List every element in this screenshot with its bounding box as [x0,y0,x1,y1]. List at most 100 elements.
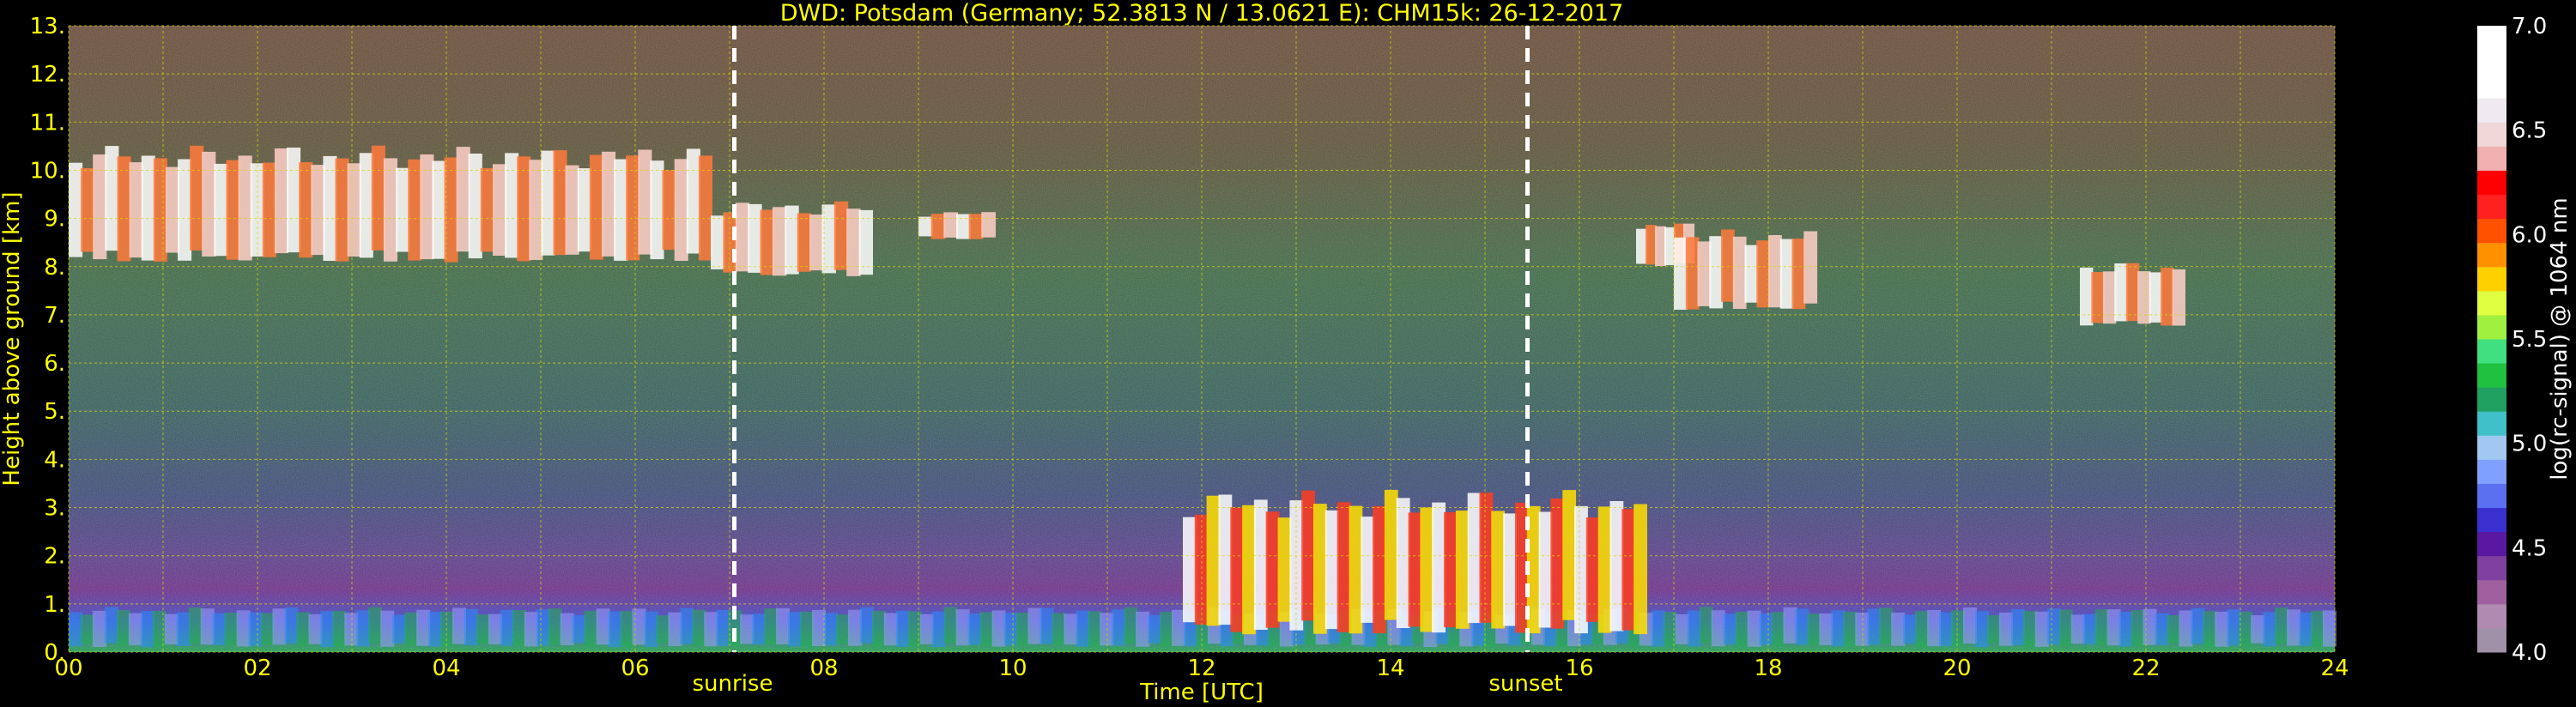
feature-segment [824,613,838,646]
feature-segment [565,165,579,255]
colorbar-segment [2477,435,2506,460]
x-tick-label: 00 [54,656,82,681]
feature-segment [153,158,167,262]
feature-segment [1349,505,1363,634]
feature-segment [1242,505,1256,635]
feature-segment [432,160,446,259]
feature-segment [1609,501,1624,631]
feature-segment [1206,495,1221,626]
feature-segment [505,153,519,258]
feature-segment [620,611,634,648]
feature-segment [858,209,873,275]
colorbar-segment [2477,411,2506,436]
feature-segment [529,160,543,260]
feature-segment [408,159,422,261]
feature-segment [2082,613,2097,644]
feature-segment [190,145,204,251]
feature-segment [81,614,94,644]
feature-segment [1768,235,1782,308]
feature-segment [1732,236,1747,309]
feature-segment [512,610,526,647]
feature-segment [1491,511,1506,629]
colorbar-segment [2477,483,2506,509]
feature-segment [392,614,407,644]
feature-segment [323,155,337,261]
feature-segment [524,612,538,647]
feature-segment [1939,612,1953,647]
feature-segment [1277,517,1292,622]
colorbar-segment [2477,387,2506,412]
sunset-label: sunset [1488,671,1562,697]
feature-segment [440,611,454,647]
feature-segment [2022,611,2037,648]
feature-segment [800,611,815,647]
feature-segment [1289,500,1304,631]
feature-segment [656,615,670,644]
feature-segment [1675,613,1689,644]
feature-segment [1585,517,1600,622]
feature-segment [608,611,622,648]
feature-segment [128,613,142,646]
feature-segment [200,608,215,645]
feature-segment [2161,268,2174,326]
feature-segment [735,202,750,272]
colorbar-tick-label: 4.0 [2512,640,2547,666]
feature-segment [2251,615,2265,644]
feature-segment [1651,610,1665,647]
feature-segment [296,612,311,647]
x-tick-label: 20 [1943,656,1971,681]
feature-segment [1136,611,1150,647]
feature-segment [686,148,700,254]
feature-segment [847,609,862,646]
cirrus-feature [69,145,712,263]
feature-segment [907,611,922,648]
feature-segment [1687,610,1701,647]
feature-segment [1100,613,1114,646]
feature-segment [2131,610,2145,647]
feature-segment [2106,609,2121,646]
feature-segment [188,607,203,644]
feature-segment [1709,236,1724,309]
feature-segment [871,611,886,648]
feature-segment [1124,607,1138,644]
feature-segment [2275,607,2289,644]
feature-segment [480,167,494,252]
feature-segment [859,607,874,644]
feature-segment [371,145,385,251]
feature-segment [1779,239,1794,309]
colorbar-segment [2477,218,2506,244]
feature-segment [895,610,910,647]
feature-segment [1963,607,1977,644]
feature-segment [1027,607,1042,644]
cirrus-feature [2080,263,2185,326]
feature-segment [1633,504,1647,635]
colorbar-segment [2477,459,2506,484]
x-tick-label: 06 [621,656,649,681]
feature-segment [577,168,591,252]
feature-segment [1324,510,1339,630]
feature-segment [81,167,95,252]
feature-segment [1697,241,1712,306]
feature-segment [2125,263,2140,322]
feature-segment [1064,613,1078,645]
feature-segment [723,212,737,273]
colorbar-tick-label: 5.0 [2512,432,2547,457]
feature-segment [1711,610,1725,647]
feature-segment [1253,499,1268,630]
feature-segment [69,162,83,257]
colorbar-tick-label: 6.0 [2512,222,2547,248]
feature-segment [1855,613,1870,646]
feature-segment [274,148,288,254]
colorbar-segment [2477,146,2506,171]
feature-segment [1396,498,1410,628]
feature-segment [1265,511,1280,628]
x-tick-label: 10 [998,656,1027,681]
y-tick-label: 13. [30,14,65,39]
feature-segment [1015,613,1030,646]
y-axis-label: Height above ground [km] [0,191,25,486]
feature-segment [1747,610,1761,647]
feature-segment [1301,490,1315,621]
feature-segment [383,158,397,262]
feature-segment [1674,237,1688,310]
feature-segment [2070,614,2085,644]
